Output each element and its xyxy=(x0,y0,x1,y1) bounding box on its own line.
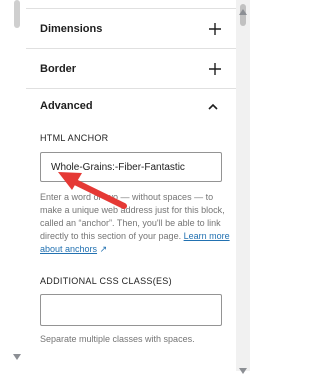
plus-icon[interactable] xyxy=(208,22,222,36)
html-anchor-input[interactable]: Whole-Grains:-Fiber-Fantastic xyxy=(40,152,222,182)
scroll-up-arrow-icon[interactable] xyxy=(239,2,247,15)
scroll-down-icon[interactable] xyxy=(13,347,21,360)
css-classes-input[interactable] xyxy=(40,294,222,326)
advanced-section-toggle[interactable]: Advanced xyxy=(40,100,93,112)
scroll-down-arrow-icon[interactable] xyxy=(239,361,247,374)
external-link-icon: ↗ xyxy=(99,244,108,254)
css-classes-help: Separate multiple classes with spaces. xyxy=(40,334,195,344)
html-anchor-value: Whole-Grains:-Fiber-Fantastic xyxy=(51,161,185,173)
dimensions-section-toggle[interactable]: Dimensions xyxy=(26,9,236,49)
section-divider xyxy=(26,0,236,9)
html-anchor-label: HTML ANCHOR xyxy=(40,133,109,143)
left-scroll-thumb[interactable] xyxy=(14,0,20,28)
plus-icon[interactable] xyxy=(208,62,222,76)
scrollbar-track[interactable] xyxy=(236,0,250,371)
block-settings-panel: Dimensions Border Advanced HTML ANCHOR W… xyxy=(0,0,236,371)
chevron-up-icon[interactable] xyxy=(206,100,220,114)
border-title: Border xyxy=(40,62,77,75)
dimensions-title: Dimensions xyxy=(40,22,103,35)
css-classes-label: ADDITIONAL CSS CLASS(ES) xyxy=(40,276,172,286)
html-anchor-help: Enter a word or two — without spaces — t… xyxy=(40,191,230,256)
border-section-toggle[interactable]: Border xyxy=(26,49,236,89)
